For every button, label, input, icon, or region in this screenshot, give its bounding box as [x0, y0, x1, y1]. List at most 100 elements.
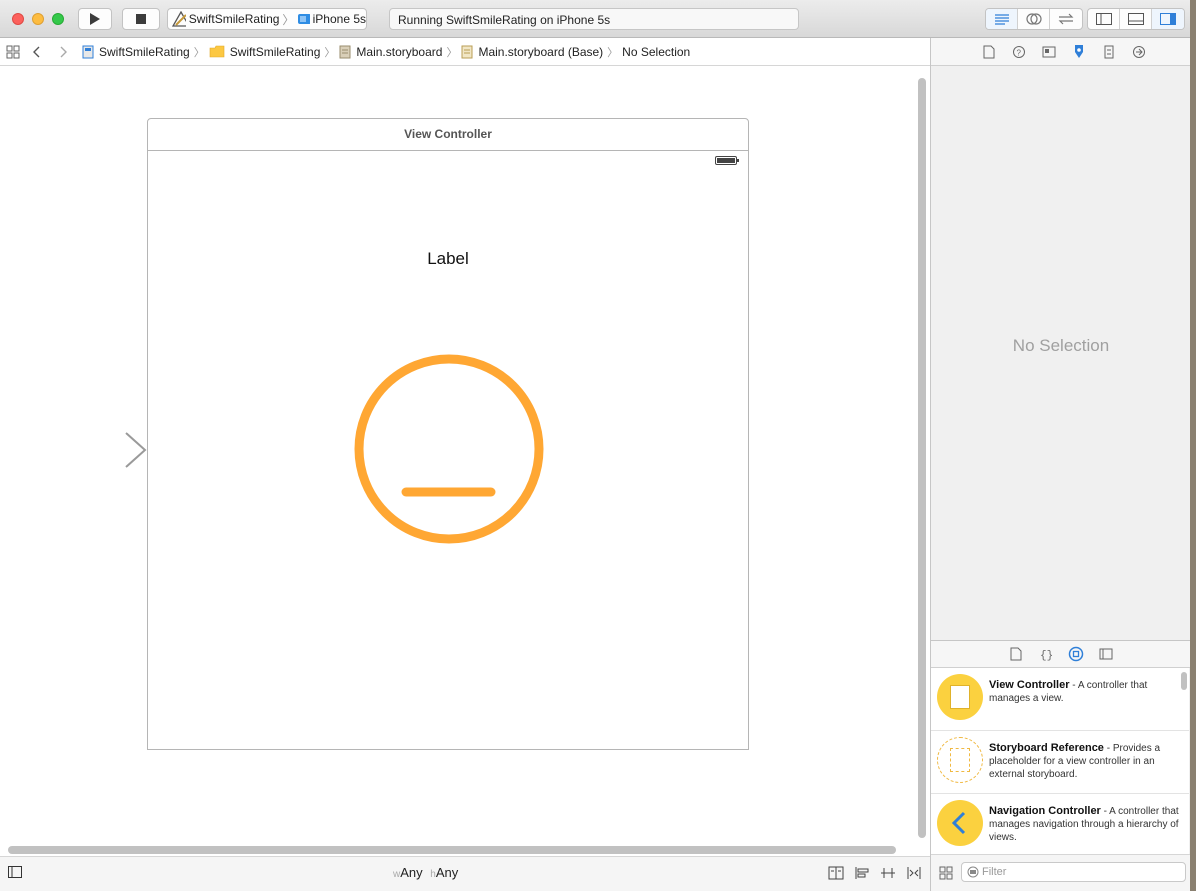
connections-icon	[1132, 45, 1145, 58]
filter-icon	[967, 866, 979, 878]
jumpbar-separator: 〉	[446, 46, 458, 59]
grid-icon	[6, 45, 20, 58]
library-filter-input[interactable]: Filter	[961, 862, 1186, 882]
xcode-app-icon	[172, 11, 186, 27]
minimize-window-button[interactable]	[32, 13, 44, 25]
library-item-text: Storyboard Reference - Provides a placeh…	[989, 737, 1183, 781]
inspector-tabs: ?	[931, 38, 1196, 66]
tab-file-templates[interactable]	[1006, 644, 1026, 664]
vertical-scrollbar[interactable]	[918, 78, 926, 838]
storyboard-reference-icon	[937, 737, 983, 783]
jumpbar-item-selection[interactable]: No Selection	[622, 45, 690, 59]
attributes-icon	[1074, 44, 1083, 58]
version-editor-icon	[1058, 13, 1074, 25]
library-scrollbar[interactable]	[1181, 672, 1187, 690]
jumpbar-item-group[interactable]: SwiftSmileRating	[209, 44, 321, 59]
tab-identity-inspector[interactable]	[1039, 42, 1059, 62]
list-item[interactable]: View Controller - A controller that mana…	[931, 668, 1189, 731]
tab-quick-help[interactable]: ?	[1009, 42, 1029, 62]
view-controller-icon	[937, 674, 983, 720]
battery-icon	[715, 156, 739, 165]
navigator-toggle-button[interactable]	[1088, 9, 1120, 29]
jumpbar-item-project[interactable]: SwiftSmileRating	[82, 45, 190, 59]
media-library-icon	[1099, 648, 1113, 660]
zoom-window-button[interactable]	[52, 13, 64, 25]
view-mode-button[interactable]	[939, 866, 953, 883]
identity-icon	[1042, 46, 1055, 57]
scheme-selector[interactable]: SwiftSmileRating 〉 iPhone 5s	[167, 8, 367, 30]
width-class-value: Any	[400, 865, 423, 880]
tab-size-inspector[interactable]	[1099, 42, 1119, 62]
navigation-controller-icon	[937, 800, 983, 846]
jumpbar-item-file[interactable]: Main.storyboard	[339, 45, 442, 59]
forward-button[interactable]	[50, 45, 76, 59]
tab-attributes-inspector[interactable]	[1069, 42, 1089, 62]
back-button[interactable]	[24, 45, 50, 59]
horizontal-scrollbar[interactable]	[8, 846, 896, 854]
jumpbar-separator: 〉	[324, 46, 336, 59]
standard-editor-icon	[994, 14, 1009, 25]
svg-text:?: ?	[1016, 48, 1021, 57]
filter-placeholder: Filter	[982, 866, 1007, 878]
debug-toggle-button[interactable]	[1120, 9, 1152, 29]
library-item-title: Storyboard Reference	[989, 742, 1104, 754]
jump-bar: SwiftSmileRating 〉 SwiftSmileRating 〉 Ma…	[0, 38, 930, 66]
version-editor-button[interactable]	[1050, 9, 1082, 29]
stack-icon[interactable]	[828, 866, 844, 880]
smile-face-outline	[354, 354, 544, 544]
label-view[interactable]: Label	[148, 249, 748, 269]
back-chevron-icon	[33, 46, 40, 57]
stop-button[interactable]	[122, 8, 160, 30]
jumpbar-item-localization[interactable]: Main.storyboard (Base)	[461, 45, 603, 59]
standard-editor-button[interactable]	[986, 9, 1018, 29]
jumpbar-label: SwiftSmileRating	[99, 44, 190, 59]
close-window-button[interactable]	[12, 13, 24, 25]
jumpbar-label: SwiftSmileRating	[229, 44, 321, 59]
tab-object-library[interactable]	[1066, 644, 1086, 664]
utilities-panel: ? No Selection {} View Controller - A co…	[930, 38, 1196, 891]
scheme-device-label: iPhone 5s	[312, 12, 366, 26]
align-icon[interactable]	[854, 866, 870, 880]
jumpbar-label: Main.storyboard (Base)	[478, 44, 604, 59]
tab-media-library[interactable]	[1096, 644, 1116, 664]
tab-code-snippets[interactable]: {}	[1036, 644, 1056, 664]
tab-file-inspector[interactable]	[979, 42, 999, 62]
scheme-project-label: SwiftSmileRating	[188, 12, 280, 26]
pin-icon[interactable]	[880, 866, 896, 880]
list-item[interactable]: Navigation Controller - A controller tha…	[931, 794, 1189, 854]
library-item-title: Navigation Controller	[989, 805, 1101, 817]
entry-arrow-icon	[50, 432, 147, 468]
jumpbar-label: No Selection	[622, 44, 691, 59]
run-button[interactable]	[78, 8, 112, 30]
storyboard-file-icon	[339, 45, 351, 58]
forward-chevron-icon	[60, 46, 67, 57]
object-library-list: View Controller - A controller that mana…	[931, 668, 1189, 854]
document-outline-toggle[interactable]	[8, 866, 22, 881]
stop-icon	[136, 14, 146, 24]
jumpbar-label: Main.storyboard	[356, 44, 443, 59]
storyboard-file-icon	[461, 45, 473, 58]
size-icon	[1104, 45, 1113, 58]
editor-mode-segmented	[985, 8, 1083, 30]
smile-rating-view[interactable]	[349, 349, 549, 549]
height-class-value: Any	[435, 865, 459, 880]
play-icon	[90, 13, 100, 25]
size-class-control[interactable]: wAny hAny	[393, 865, 458, 880]
tab-connections-inspector[interactable]	[1129, 42, 1149, 62]
related-items-button[interactable]	[2, 45, 24, 59]
device-icon	[298, 14, 310, 24]
library-tabs: {}	[931, 640, 1191, 668]
utilities-toggle-button[interactable]	[1152, 9, 1184, 29]
help-icon: ?	[1012, 45, 1025, 58]
autolayout-tools	[828, 866, 922, 880]
svg-text:{}: {}	[1040, 650, 1053, 661]
assistant-editor-button[interactable]	[1018, 9, 1050, 29]
list-item[interactable]: Storyboard Reference - Provides a placeh…	[931, 731, 1189, 794]
activity-status-text: Running SwiftSmileRating on iPhone 5s	[398, 13, 611, 27]
resolve-icon[interactable]	[906, 866, 922, 880]
object-library-icon	[1068, 646, 1084, 662]
storyboard-file-icon	[82, 45, 94, 58]
code-snippet-icon: {}	[1040, 650, 1053, 661]
view-controller-scene[interactable]: View Controller Label	[147, 118, 749, 750]
library-item-text: View Controller - A controller that mana…	[989, 674, 1183, 705]
